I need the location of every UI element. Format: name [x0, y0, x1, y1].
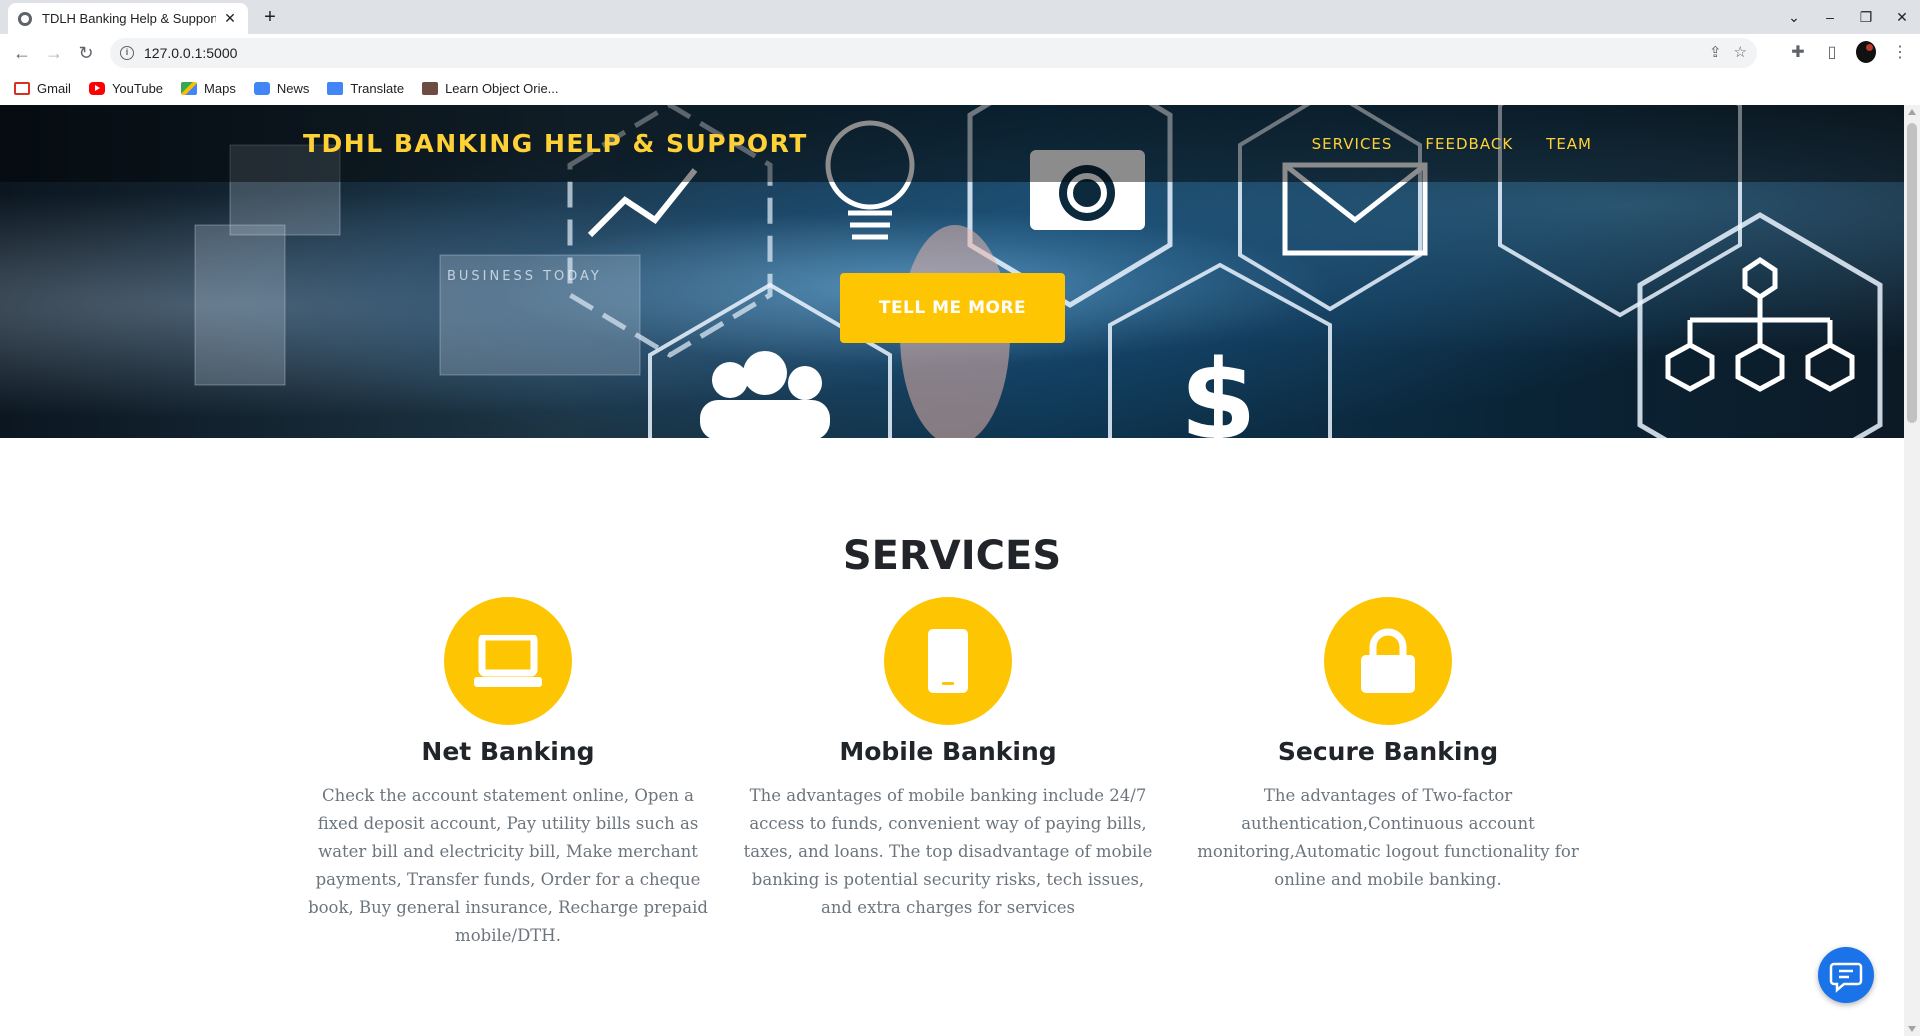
close-window-button[interactable]: ✕ [1884, 9, 1920, 26]
chat-button[interactable] [1818, 947, 1874, 1003]
share-icon[interactable]: ⇪ [1709, 43, 1722, 61]
omnibox-actions: ⇪ ☆ [1709, 43, 1747, 61]
service-card-mobile-banking: Mobile Banking The advantages of mobile … [738, 597, 1158, 922]
page-scrollbar[interactable] [1904, 105, 1920, 1036]
window-controls: ⌄ – ❐ ✕ [1776, 0, 1920, 34]
news-icon [253, 82, 270, 95]
nav-link-feedback[interactable]: FEEDBACK [1425, 135, 1513, 153]
new-tab-button[interactable]: + [258, 5, 282, 29]
gmail-icon [14, 82, 30, 95]
tab-title: TDLH Banking Help & Support [42, 11, 216, 26]
bookmark-news[interactable]: News [253, 81, 310, 96]
browser-toolbar: ← → ↻ i 127.0.0.1:5000 ⇪ ☆ ✚ ▯ ⋮ [0, 34, 1920, 72]
tab-strip: TDLH Banking Help & Support ✕ + ⌄ – ❐ ✕ [0, 0, 1920, 34]
service-icon-circle [884, 597, 1012, 725]
star-icon[interactable]: ☆ [1734, 43, 1747, 61]
bookmark-learn[interactable]: Learn Object Orie... [422, 81, 559, 96]
service-icon-circle [444, 597, 572, 725]
extensions-icon[interactable]: ✚ [1788, 42, 1808, 62]
service-description: The advantages of mobile banking include… [743, 786, 1153, 917]
address-bar[interactable]: i 127.0.0.1:5000 ⇪ ☆ [110, 38, 1757, 68]
top-navbar: TDHL BANKING HELP & SUPPORT SERVICES FEE… [0, 105, 1904, 182]
restore-button[interactable]: ❐ [1848, 9, 1884, 26]
bookmark-label: YouTube [111, 81, 164, 96]
tell-me-more-button[interactable]: TELL ME MORE [840, 273, 1065, 343]
scrollbar-thumb[interactable] [1907, 123, 1917, 423]
reload-button[interactable]: ↻ [74, 41, 98, 65]
bookmarks-bar: Gmail YouTube Maps News Translate Learn … [0, 72, 1920, 105]
service-card-secure-banking: Secure Banking The advantages of Two-fac… [1178, 597, 1598, 894]
bookmark-label: Gmail [37, 81, 71, 96]
bookmark-favicon-icon [422, 82, 439, 95]
bookmark-label: Learn Object Orie... [445, 81, 559, 96]
side-panel-icon[interactable]: ▯ [1822, 42, 1842, 62]
service-icon-circle [1324, 597, 1452, 725]
scroll-down-arrow-icon[interactable] [1908, 1026, 1916, 1032]
services-heading: SERVICES [842, 533, 1062, 579]
maps-icon [181, 82, 198, 95]
minimize-button[interactable]: – [1812, 9, 1848, 25]
back-button[interactable]: ← [10, 41, 34, 65]
profile-avatar[interactable] [1856, 41, 1876, 63]
bookmark-label: Translate [350, 81, 405, 96]
hero-section: $ BUSINESS TODAY TDHL BANKING HELP & SUP… [0, 105, 1904, 438]
nav-links: SERVICES FEEDBACK TEAM [1312, 135, 1592, 153]
service-description: The advantages of Two-factor authenticat… [1197, 786, 1579, 889]
brand-logo[interactable]: TDHL BANKING HELP & SUPPORT [303, 129, 808, 158]
bookmark-label: News [276, 81, 310, 96]
laptop-icon [474, 635, 542, 687]
bookmark-maps[interactable]: Maps [181, 81, 236, 96]
service-description: Check the account statement online, Open… [308, 786, 708, 945]
info-icon[interactable]: i [120, 46, 134, 60]
lock-icon [1361, 628, 1415, 693]
nav-link-services[interactable]: SERVICES [1312, 135, 1393, 153]
youtube-icon [88, 82, 105, 95]
service-name: Secure Banking [1277, 737, 1499, 766]
bookmark-gmail[interactable]: Gmail [14, 81, 71, 96]
browser-chrome: TDLH Banking Help & Support ✕ + ⌄ – ❐ ✕ … [0, 0, 1920, 105]
service-name: Mobile Banking [839, 737, 1057, 766]
translate-icon [327, 82, 344, 95]
mobile-phone-icon [928, 629, 968, 693]
bookmark-translate[interactable]: Translate [327, 81, 404, 96]
globe-icon [18, 11, 32, 26]
menu-icon[interactable]: ⋮ [1890, 42, 1910, 62]
page-viewport: $ BUSINESS TODAY TDHL BANKING HELP & SUP… [0, 105, 1904, 1036]
url-text[interactable]: 127.0.0.1:5000 [144, 45, 237, 61]
chevron-down-icon[interactable]: ⌄ [1776, 9, 1812, 26]
nav-link-team[interactable]: TEAM [1546, 135, 1592, 153]
forward-button[interactable]: → [42, 41, 66, 65]
toolbar-actions: ✚ ▯ ⋮ [1788, 41, 1910, 63]
browser-tab[interactable]: TDLH Banking Help & Support ✕ [8, 3, 248, 34]
close-icon[interactable]: ✕ [222, 10, 238, 27]
service-card-net-banking: Net Banking Check the account statement … [298, 597, 718, 950]
svg-text:$: $ [1180, 336, 1257, 438]
chat-icon [1829, 962, 1863, 993]
hero-art-text: BUSINESS TODAY [447, 269, 602, 284]
bookmark-youtube[interactable]: YouTube [88, 81, 164, 96]
scroll-up-arrow-icon[interactable] [1908, 109, 1916, 115]
bookmark-label: Maps [204, 81, 236, 96]
service-name: Net Banking [421, 737, 595, 766]
